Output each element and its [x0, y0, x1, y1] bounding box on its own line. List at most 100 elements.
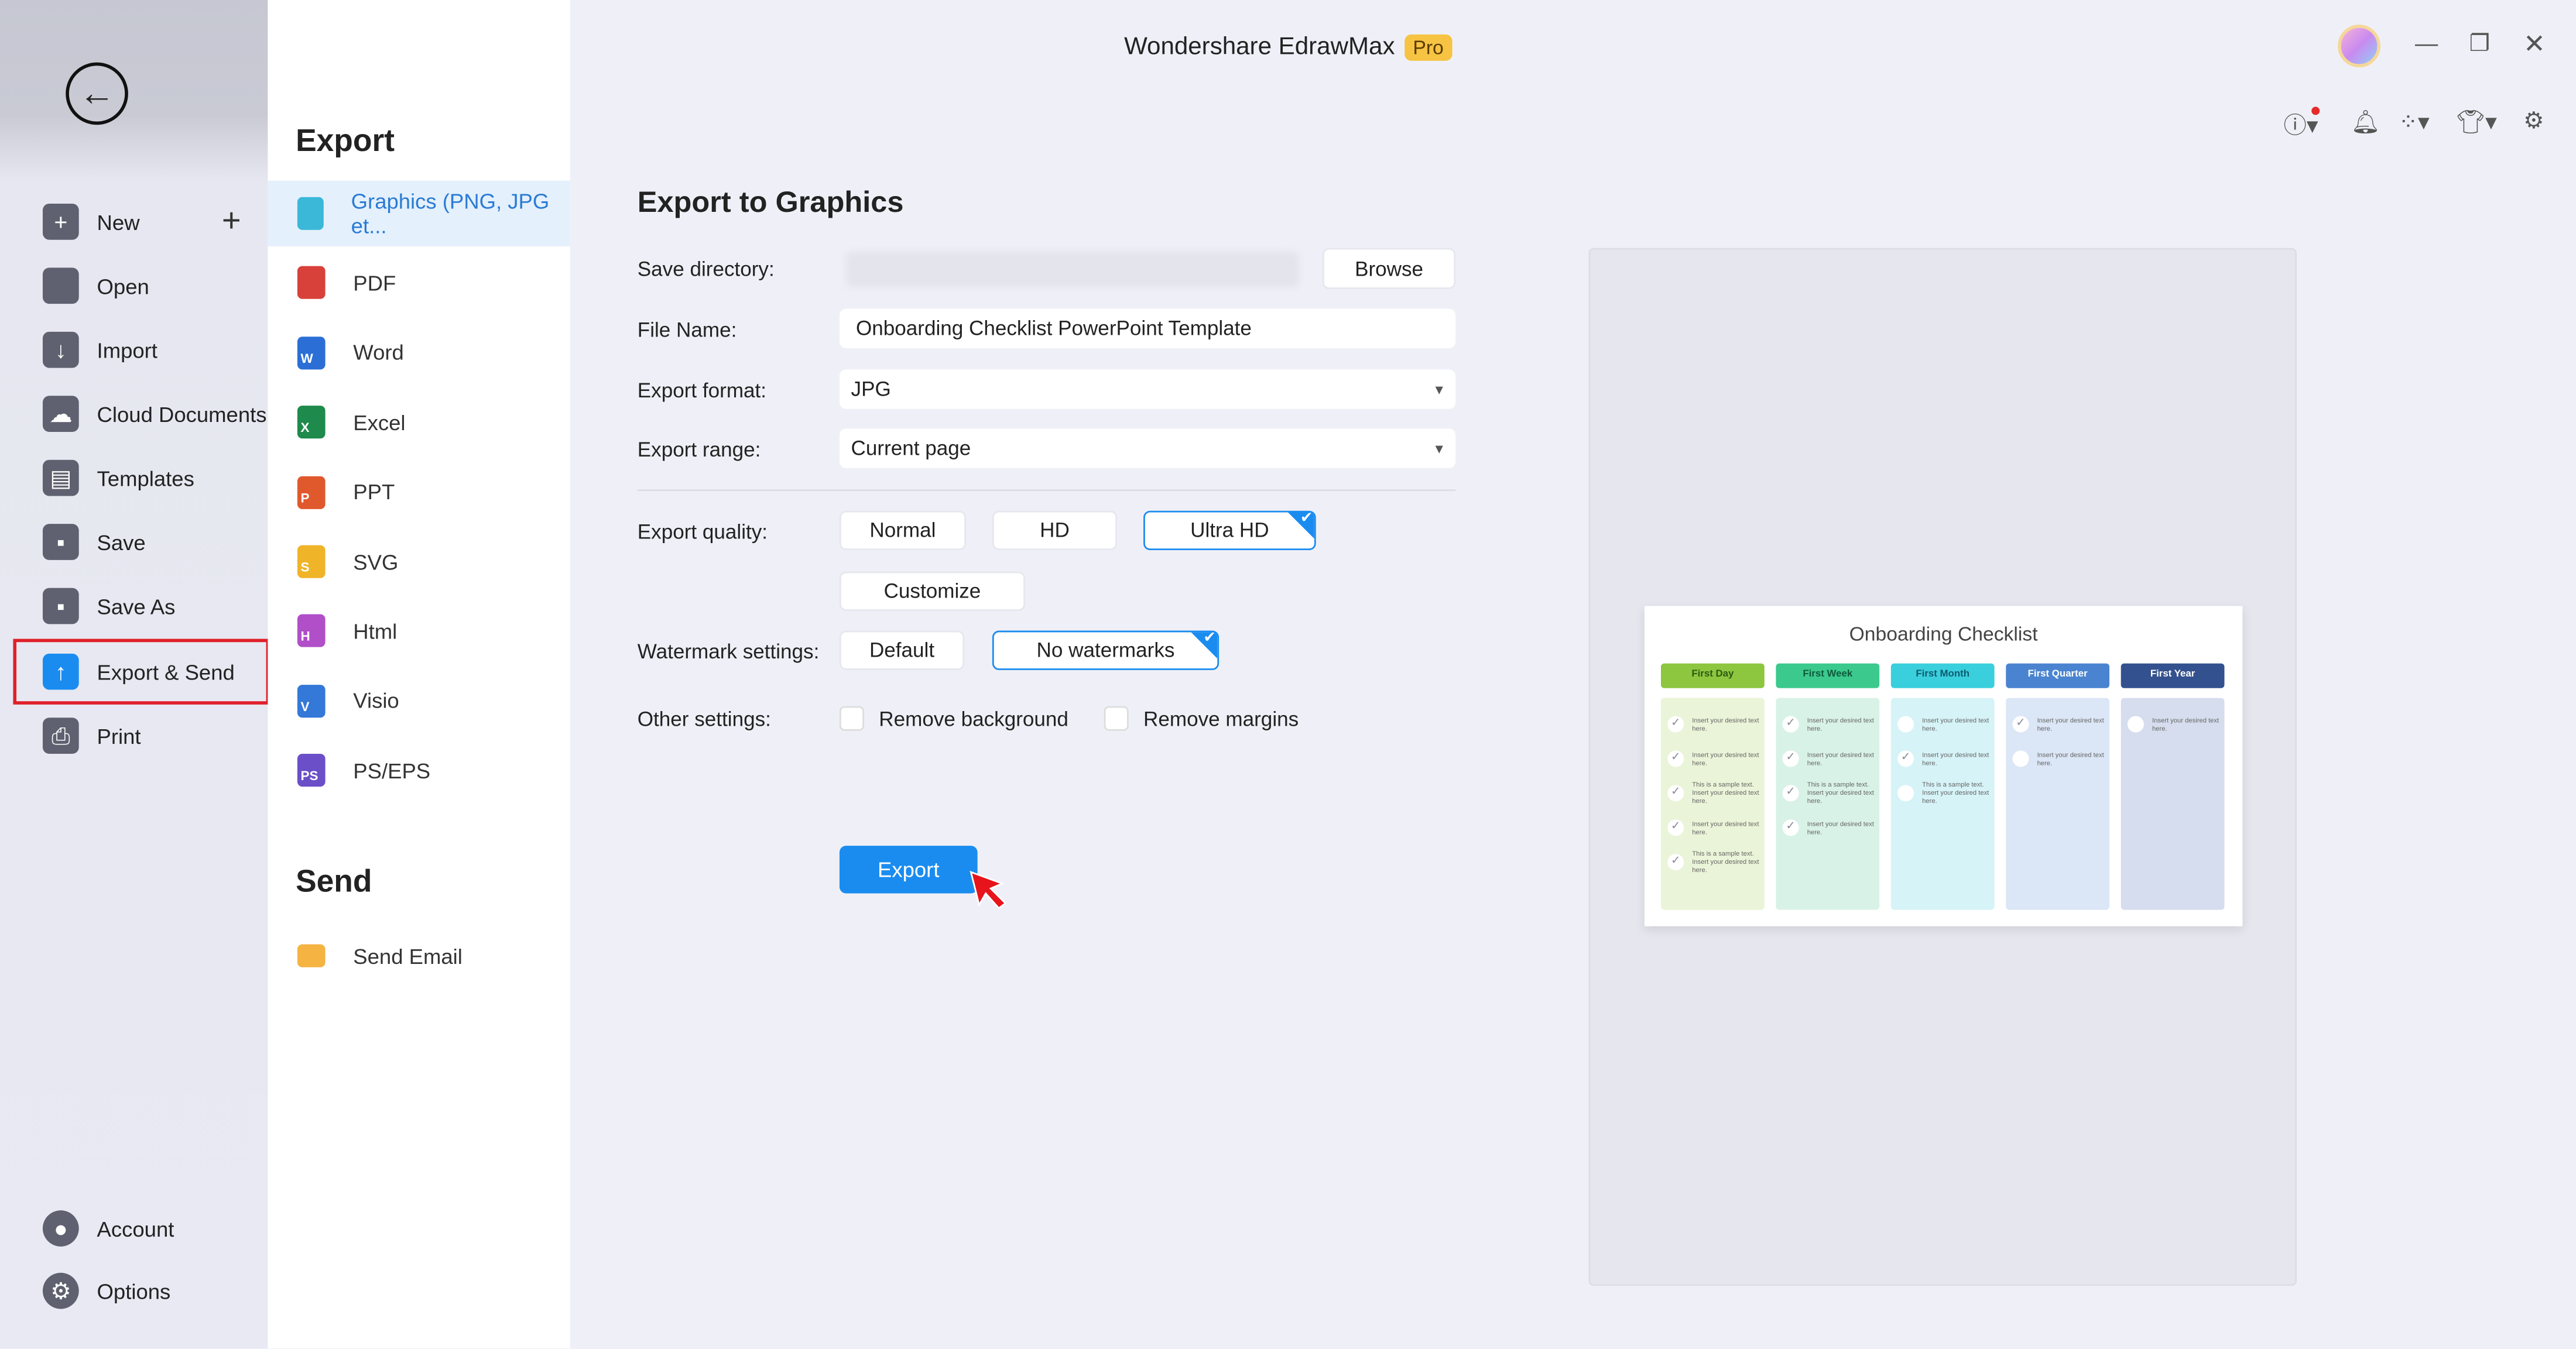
sidebar-item-label: Save As: [97, 593, 176, 619]
checklist-item: ✓ Insert your desired text here.: [1776, 706, 1879, 741]
save-as-icon: ▪: [42, 588, 79, 624]
file-type-icon: P: [297, 475, 326, 509]
apps-icon[interactable]: ⁘▾: [2399, 108, 2430, 136]
checklist-item-text: Insert your desired text here.: [1807, 818, 1874, 835]
export-item-label: PS/EPS: [353, 758, 431, 783]
quality-hd-button[interactable]: HD: [992, 510, 1118, 551]
column-header: First Day: [1660, 663, 1765, 688]
customize-button[interactable]: Customize: [839, 571, 1026, 611]
export-item-svg[interactable]: S SVG: [268, 529, 570, 595]
send-email-item[interactable]: Send Email: [268, 923, 570, 988]
export-item-pseps[interactable]: PS PS/EPS: [268, 737, 570, 803]
check-icon: ✓: [1667, 853, 1684, 870]
sidebar-item-options[interactable]: ⚙ Options: [42, 1266, 171, 1316]
checklist-item: ✓ Insert your desired text here.: [1661, 706, 1765, 741]
sidebar-item-save[interactable]: ▪ Save: [42, 517, 146, 567]
save-directory-label: Save directory:: [637, 258, 775, 281]
check-icon: ✓: [1897, 749, 1914, 767]
save-directory-field-blurred[interactable]: [846, 251, 1300, 288]
restore-button[interactable]: ❐: [2469, 30, 2490, 58]
export-button[interactable]: Export: [839, 846, 978, 894]
export-item-excel[interactable]: X Excel: [268, 390, 570, 455]
remove-margins-checkbox[interactable]: [1104, 706, 1129, 731]
sidebar-item-label: Options: [97, 1278, 171, 1303]
bell-icon[interactable]: 🔔︎: [2351, 108, 2380, 136]
file-name-label: File Name:: [637, 318, 737, 342]
chevron-down-icon: ▼: [1433, 441, 1446, 457]
checklist-item-text: Insert your desired text here.: [2037, 715, 2104, 732]
checklist-item-text: Insert your desired text here.: [1922, 749, 1989, 767]
app-title: Wondershare EdrawMax: [1124, 33, 1395, 61]
file-type-icon: [297, 266, 326, 300]
avatar[interactable]: [2338, 25, 2381, 68]
remove-margins-label: Remove margins: [1143, 708, 1299, 731]
checklist-item: ✓ Insert your desired text here.: [1661, 809, 1765, 844]
remove-background-label: Remove background: [879, 708, 1068, 731]
remove-background-checkbox[interactable]: [839, 706, 865, 731]
sidebar-item-label: Print: [97, 723, 141, 749]
export-item-visio[interactable]: V Visio: [268, 668, 570, 734]
file-type-icon: S: [297, 545, 326, 578]
sidebar-item-account[interactable]: ● Account: [42, 1204, 174, 1253]
back-button[interactable]: ←: [66, 62, 128, 125]
sidebar-item-new[interactable]: + New: [42, 197, 140, 246]
export-item-label: Graphics (PNG, JPG et...: [351, 188, 550, 238]
checklist-item-text: This is a sample text. Insert your desir…: [1692, 849, 1759, 874]
sidebar-item-import[interactable]: ↓ Import: [42, 325, 157, 375]
templates-icon: ▤: [42, 459, 79, 496]
quality-ultra-hd-button[interactable]: Ultra HD ✔: [1143, 510, 1316, 551]
account-icon: ●: [42, 1210, 79, 1247]
file-type-icon: PS: [297, 754, 326, 787]
new-plus-button[interactable]: +: [222, 204, 241, 242]
sidebar-item-label: Open: [97, 273, 149, 298]
theme-shirt-icon[interactable]: 👕︎▾: [2456, 108, 2497, 136]
export-item-ppt[interactable]: P PPT: [268, 459, 570, 525]
file-type-icon: H: [297, 615, 326, 648]
sidebar-item-label: Account: [97, 1216, 174, 1241]
import-icon: ↓: [42, 331, 79, 368]
export-item-html[interactable]: H Html: [268, 599, 570, 664]
sidebar-item-print[interactable]: ⎙ Print: [42, 711, 141, 760]
file-name-input[interactable]: Onboarding Checklist PowerPoint Template: [839, 308, 1456, 348]
checklist-column: First Day ✓ Insert your desired text here.…: [1660, 663, 1765, 910]
print-icon: ⎙: [42, 718, 79, 754]
export-item-word[interactable]: W Word: [268, 320, 570, 386]
export-format-value: JPG: [851, 377, 891, 401]
browse-button[interactable]: Browse: [1322, 248, 1456, 289]
send-heading: Send: [296, 865, 372, 900]
checklist-item: ✓ This is a sample text. Insert your desi…: [1661, 844, 1765, 878]
no-watermarks-button[interactable]: No watermarks ✔: [992, 630, 1220, 670]
settings-gear-icon[interactable]: ⚙: [2523, 107, 2544, 135]
export-item-pdf[interactable]: PDF: [268, 250, 570, 316]
cursor-arrow-icon: [970, 870, 1007, 909]
close-button[interactable]: ✕: [2523, 28, 2546, 61]
column-header: First Quarter: [2006, 663, 2110, 688]
checklist-item: This is a sample text. Insert your desir…: [1891, 775, 1995, 809]
check-icon: ✓: [1667, 749, 1684, 767]
check-icon: ✓: [1782, 715, 1799, 732]
export-range-select[interactable]: Current page ▼: [839, 428, 1456, 468]
checklist-column: First Month Insert your desired text here…: [1890, 663, 1995, 910]
sidebar-item-save-as[interactable]: ▪ Save As: [42, 581, 176, 630]
check-icon: ✓: [1667, 818, 1684, 835]
checklist-item-text: Insert your desired text here.: [1807, 715, 1874, 732]
other-settings-label: Other settings:: [637, 708, 771, 731]
sidebar-item-cloud-documents[interactable]: ☁ Cloud Documents: [42, 389, 267, 438]
checklist-item-text: Insert your desired text here.: [1692, 749, 1759, 767]
quality-normal-button[interactable]: Normal: [839, 510, 966, 551]
sidebar-item-export-send[interactable]: ↑ Export & Send: [13, 639, 270, 705]
export-format-label: Export format:: [637, 379, 767, 403]
check-icon: ✓: [1782, 784, 1799, 801]
export-format-select[interactable]: JPG ▼: [839, 369, 1456, 409]
sidebar-item-templates[interactable]: ▤ Templates: [42, 453, 194, 502]
divider: [637, 489, 1456, 492]
export-range-label: Export range:: [637, 438, 761, 462]
sidebar-item-open[interactable]: Open: [42, 261, 149, 310]
export-item-graphics[interactable]: Graphics (PNG, JPG et...: [268, 180, 570, 246]
minimize-button[interactable]: —: [2415, 30, 2438, 56]
checklist-item-text: Insert your desired text here.: [1922, 715, 1989, 732]
check-icon: ✓: [1667, 784, 1684, 801]
watermark-default-button[interactable]: Default: [839, 630, 965, 670]
column-header: First Month: [1890, 663, 1995, 688]
export-item-label: Word: [353, 340, 404, 365]
